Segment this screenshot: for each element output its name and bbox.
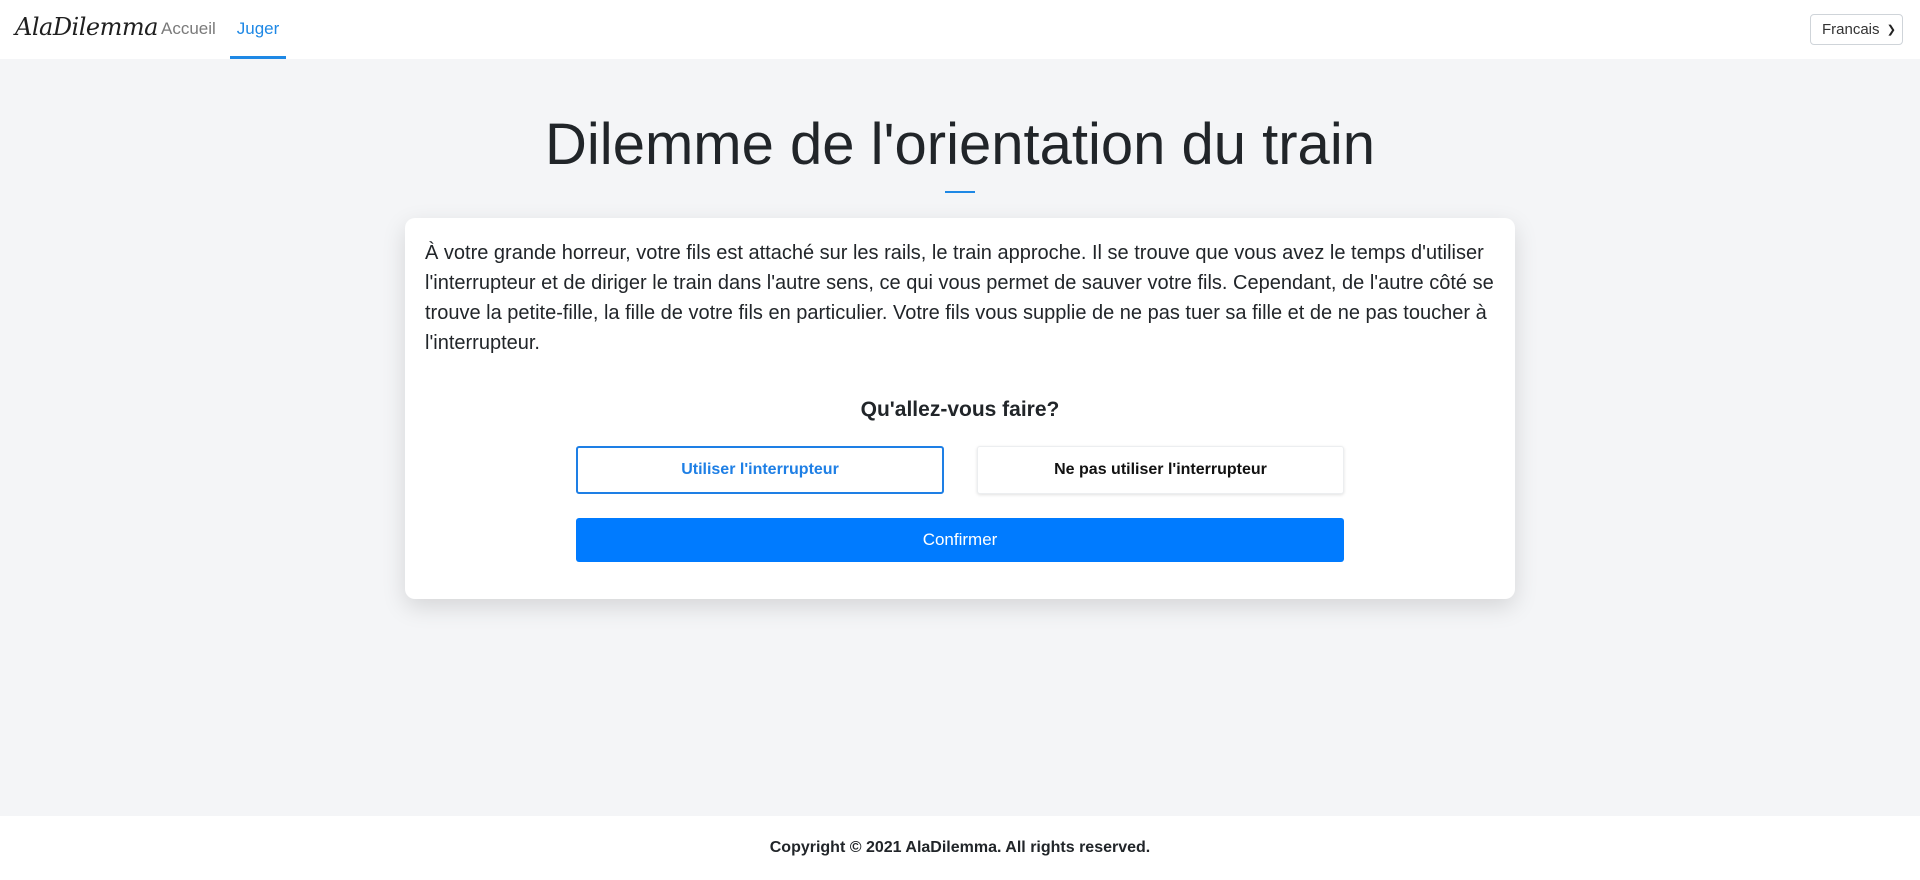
- dilemma-story: À votre grande horreur, votre fils est a…: [425, 242, 1494, 354]
- confirm-button[interactable]: Confirmer: [576, 518, 1344, 562]
- chevron-down-icon: ❯: [1886, 24, 1896, 36]
- choice-use-switch-button[interactable]: Utiliser l'interrupteur: [576, 446, 944, 494]
- language-select-value: Francais: [1822, 21, 1880, 38]
- footer: Copyright © 2021 AlaDilemma. All rights …: [0, 816, 1920, 880]
- dilemma-question: Qu'allez-vous faire?: [860, 398, 1060, 421]
- dilemma-card: À votre grande horreur, votre fils est a…: [405, 218, 1515, 599]
- footer-copyright: Copyright © 2021 AlaDilemma. All rights …: [769, 839, 1151, 856]
- title-underline: [945, 191, 975, 193]
- brand-logo[interactable]: AlaDilemma: [0, 0, 158, 59]
- choice-not-use-switch-button[interactable]: Ne pas utiliser l'interrupteur: [977, 446, 1344, 494]
- nav-link-juger[interactable]: Juger: [230, 0, 286, 59]
- nav-link-accueil[interactable]: Accueil: [161, 0, 230, 59]
- top-navbar: AlaDilemma Accueil Juger Francais ❯: [0, 0, 1920, 59]
- page-title: Dilemme de l'orientation du train: [545, 112, 1375, 177]
- language-select[interactable]: Francais ❯: [1810, 14, 1903, 45]
